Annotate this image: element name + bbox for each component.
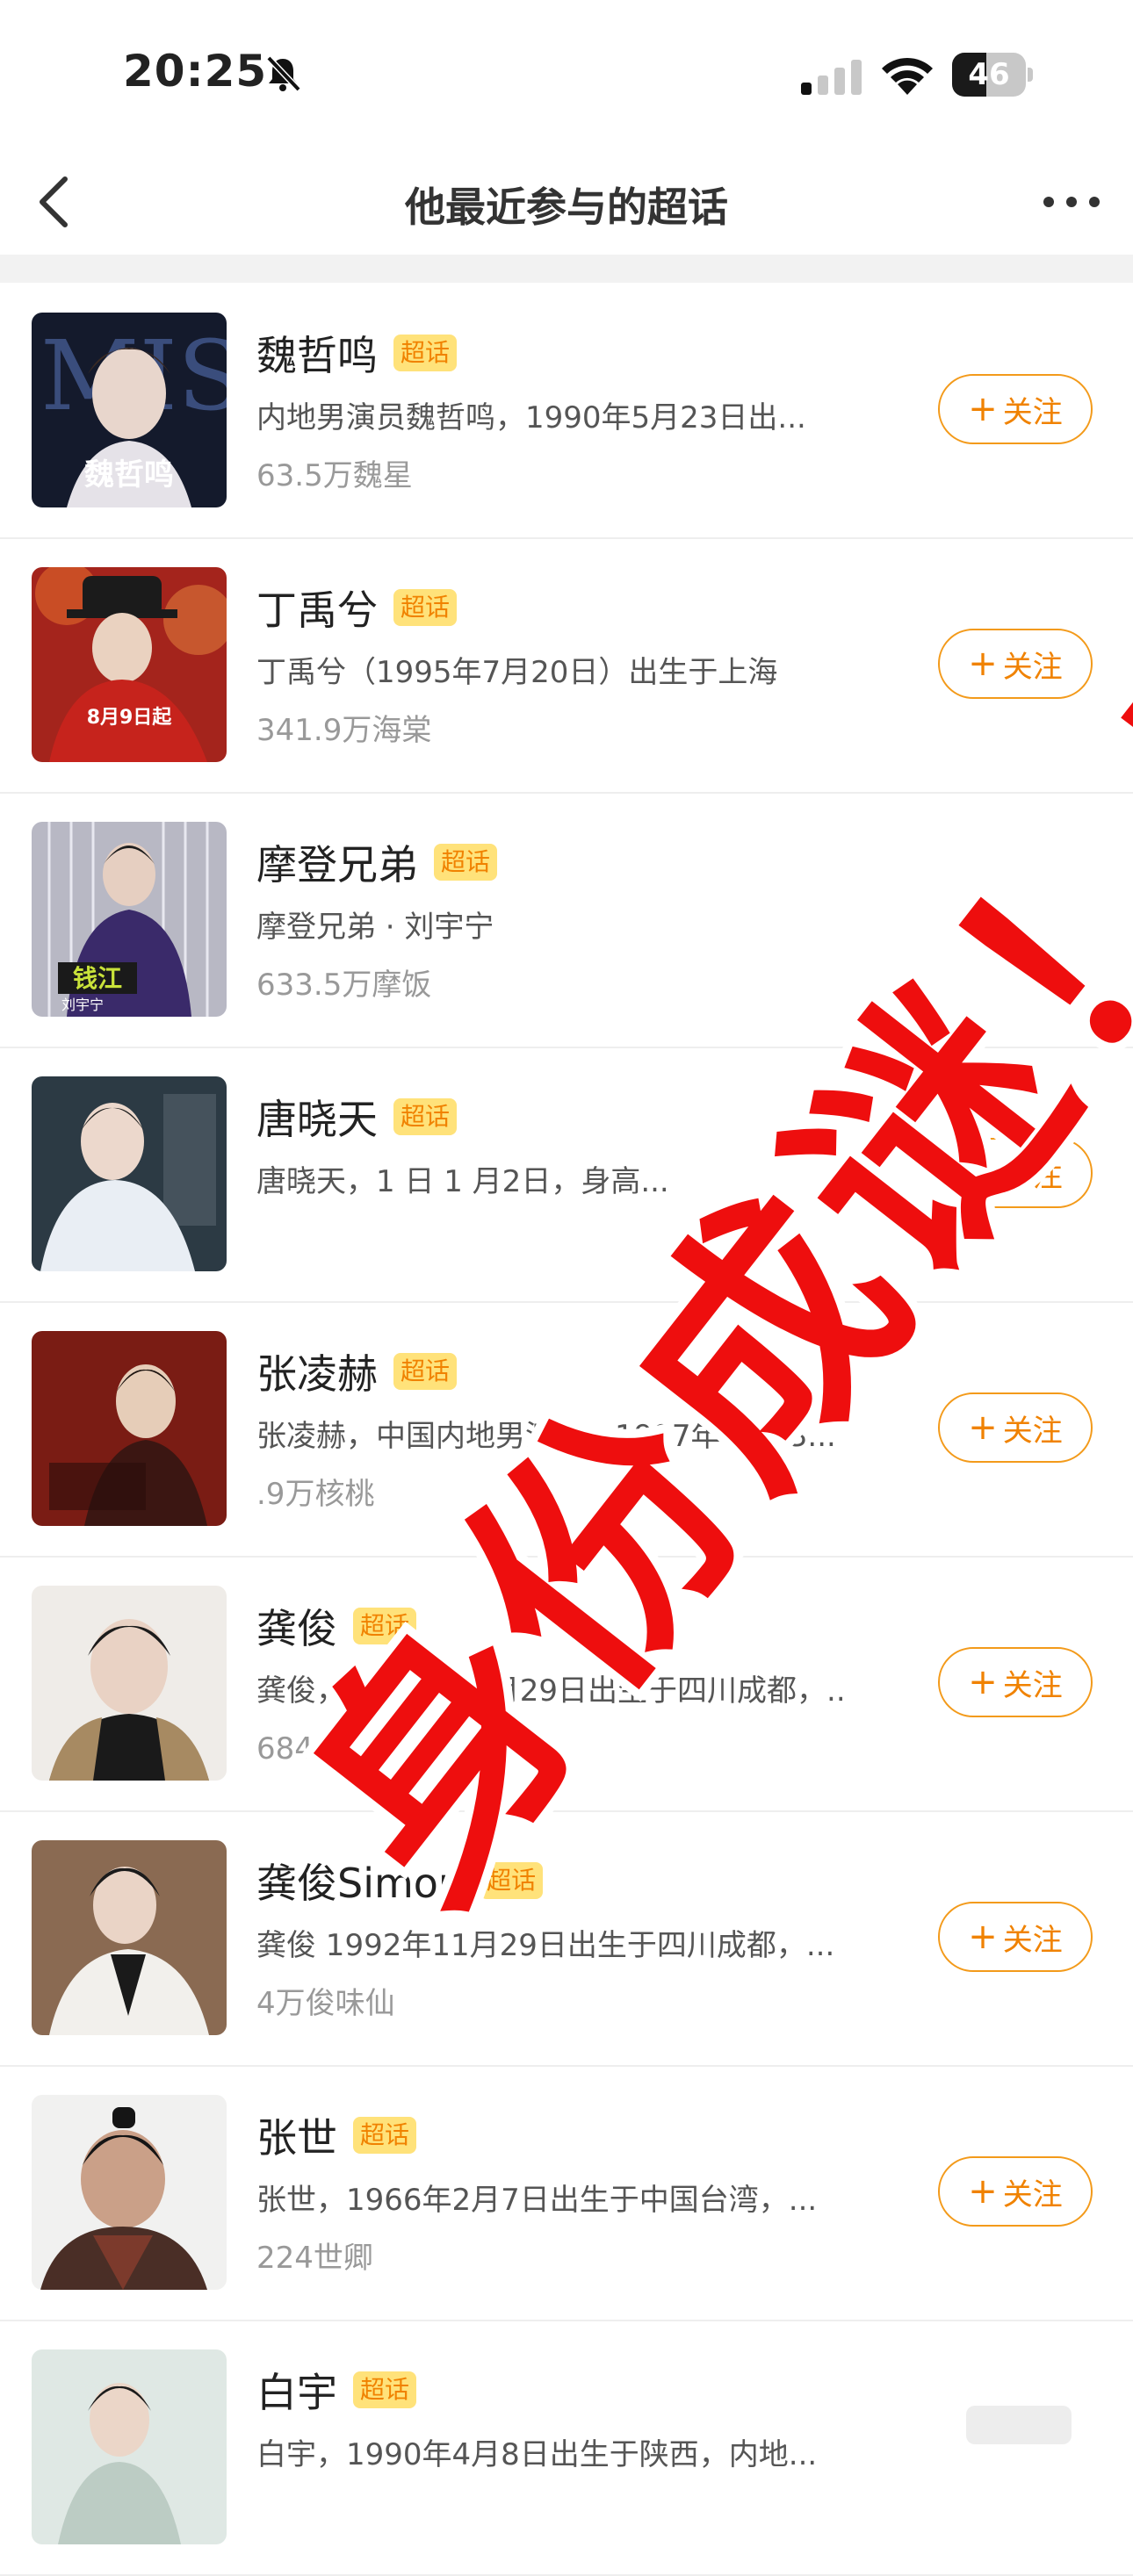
topic-description: 唐晓天，1 日 1 月2日，身高... bbox=[256, 1164, 669, 1199]
super-topic-badge: 超话 bbox=[480, 1862, 544, 1899]
svg-text:钱江: 钱江 bbox=[73, 964, 122, 993]
topic-name: 摩登兄弟 bbox=[256, 841, 418, 889]
topic-name: 丁禹兮 bbox=[256, 586, 378, 634]
list-item[interactable]: 唐晓天 超话 唐晓天，1 日 1 月2日，身高... + 关注 bbox=[0, 1047, 1133, 1303]
topic-thumbnail[interactable]: 钱江 刘宇宁 bbox=[32, 822, 227, 1017]
topic-description: 丁禹兮（1995年7月20日）出生于上海 bbox=[256, 655, 778, 690]
topic-thumbnail[interactable]: 8月9日起 bbox=[32, 567, 227, 762]
topic-name: 魏哲鸣 bbox=[256, 332, 378, 379]
super-topic-badge: 超话 bbox=[353, 2371, 417, 2408]
topic-thumbnail[interactable] bbox=[32, 1586, 227, 1781]
follow-button[interactable]: + 关注 bbox=[938, 1138, 1093, 1208]
topic-description: 张世，1966年2月7日出生于中国台湾，... bbox=[256, 2183, 818, 2218]
fan-count: 4万俊味仙 bbox=[256, 1986, 395, 2021]
list-item[interactable]: 8月9日起 丁禹兮 超话 丁禹兮（1995年7月20日）出生于上海 341.9万… bbox=[0, 537, 1133, 794]
follow-button-label: 关注 bbox=[1002, 1158, 1063, 1194]
follow-button-label: 关注 bbox=[1002, 649, 1063, 685]
fan-count: 224世卿 bbox=[256, 2241, 373, 2276]
topic-thumbnail[interactable] bbox=[32, 1076, 227, 1271]
follow-button[interactable]: + 关注 bbox=[938, 1392, 1093, 1463]
list-item[interactable]: 张凌赫 超话 张凌赫，中国内地男演员，1997年12月3... .9万核桃 + … bbox=[0, 1301, 1133, 1558]
more-options-icon[interactable] bbox=[1036, 170, 1107, 234]
topic-description: 内地男演员魏哲鸣，1990年5月23日出... bbox=[256, 400, 806, 435]
list-item[interactable]: 龚俊 超话 龚俊，1992年11月29日出生于四川成都，.. 684.9万俊味仙… bbox=[0, 1556, 1133, 1812]
fan-count: 341.9万海棠 bbox=[256, 713, 432, 748]
thumbnail-caption: 刘宇宁 bbox=[61, 997, 104, 1013]
status-time: 20:25 bbox=[123, 46, 268, 97]
follow-button[interactable]: + 关注 bbox=[938, 2156, 1093, 2227]
bell-muted-icon bbox=[266, 55, 301, 92]
follow-button[interactable]: + 关注 bbox=[938, 374, 1093, 444]
list-item[interactable]: MISS 魏哲鸣 魏哲鸣 超话 内地男演员魏哲鸣，1990年5月23日出... … bbox=[0, 283, 1133, 539]
list-item[interactable]: 白宇 超话 白宇，1990年4月8日出生于陕西，内地... bbox=[0, 2320, 1133, 2576]
topic-description: 龚俊，1992年11月29日出生于四川成都，.. bbox=[256, 1673, 846, 1709]
topic-thumbnail[interactable] bbox=[32, 1331, 227, 1526]
thumbnail-caption: 魏哲鸣 bbox=[84, 457, 174, 493]
topic-description: 摩登兄弟 · 刘宇宁 bbox=[256, 910, 494, 945]
plus-icon: + bbox=[968, 1407, 998, 1448]
super-topic-badge: 超话 bbox=[353, 2117, 417, 2154]
super-topic-badge: 超话 bbox=[434, 844, 498, 881]
topic-thumbnail[interactable]: MISS 魏哲鸣 bbox=[32, 313, 227, 507]
fan-count: 63.5万魏星 bbox=[256, 458, 413, 493]
follow-button[interactable]: + 关注 bbox=[938, 1647, 1093, 1717]
page-title: 他最近参与的超话 bbox=[405, 183, 728, 231]
super-topic-badge: 超话 bbox=[393, 589, 458, 626]
fan-count: 684.9万俊味仙 bbox=[256, 1731, 462, 1767]
wifi-icon bbox=[882, 57, 933, 95]
topic-thumbnail[interactable] bbox=[32, 2349, 227, 2544]
section-divider bbox=[0, 255, 1133, 283]
topic-description: 张凌赫，中国内地男演员，1997年12月3... bbox=[256, 1419, 836, 1454]
fan-count: .9万核桃 bbox=[256, 1477, 375, 1512]
super-topic-badge: 超话 bbox=[393, 335, 458, 371]
topic-name: 张凌赫 bbox=[256, 1350, 378, 1398]
status-bar: 20:25 46 bbox=[0, 0, 1133, 149]
topic-thumbnail[interactable] bbox=[32, 1840, 227, 2035]
topic-description: 龚俊 1992年11月29日出生于四川成都，... bbox=[256, 1928, 835, 1963]
list-item[interactable]: 龚俊Simon 超话 龚俊 1992年11月29日出生于四川成都，... 4万俊… bbox=[0, 1810, 1133, 2067]
plus-icon: + bbox=[968, 1153, 998, 1193]
follow-button-label: 关注 bbox=[1002, 394, 1063, 430]
plus-icon: + bbox=[968, 389, 998, 429]
signal-icon bbox=[801, 60, 862, 95]
list-item[interactable]: 钱江 刘宇宁 摩登兄弟 超话 摩登兄弟 · 刘宇宁 633.5万摩饭 bbox=[0, 792, 1133, 1048]
follow-button-label: 关注 bbox=[1002, 2177, 1063, 2213]
floating-hint bbox=[966, 2406, 1072, 2444]
super-topic-badge: 超话 bbox=[393, 1098, 458, 1135]
plus-icon: + bbox=[968, 644, 998, 684]
follow-button[interactable]: + 关注 bbox=[938, 1902, 1093, 1972]
topic-name: 唐晓天 bbox=[256, 1096, 378, 1143]
topic-description: 白宇，1990年4月8日出生于陕西，内地... bbox=[256, 2437, 818, 2472]
plus-icon: + bbox=[968, 1662, 998, 1702]
super-topic-badge: 超话 bbox=[393, 1353, 458, 1390]
follow-button-label: 关注 bbox=[1002, 1922, 1063, 1958]
follow-button[interactable]: + 关注 bbox=[938, 629, 1093, 699]
fan-count: 633.5万摩饭 bbox=[256, 968, 432, 1003]
topic-name: 白宇 bbox=[256, 2369, 337, 2416]
plus-icon: + bbox=[968, 1917, 998, 1957]
follow-button-label: 关注 bbox=[1002, 1667, 1063, 1703]
plus-icon: + bbox=[968, 2171, 998, 2212]
topic-thumbnail[interactable] bbox=[32, 2095, 227, 2290]
topic-name: 张世 bbox=[256, 2114, 337, 2162]
battery-percentage: 46 bbox=[968, 57, 1010, 92]
list-item[interactable]: 张世 超话 张世，1966年2月7日出生于中国台湾，... 224世卿 + 关注 bbox=[0, 2065, 1133, 2321]
super-topic-badge: 超话 bbox=[353, 1608, 417, 1644]
topic-name: 龚俊 bbox=[256, 1605, 337, 1652]
thumbnail-caption: 8月9日起 bbox=[87, 707, 173, 729]
nav-bar: 他最近参与的超话 bbox=[0, 149, 1133, 255]
follow-button-label: 关注 bbox=[1002, 1413, 1063, 1449]
topic-name: 龚俊Simon bbox=[256, 1860, 465, 1907]
battery-indicator: 46 bbox=[952, 53, 1035, 97]
